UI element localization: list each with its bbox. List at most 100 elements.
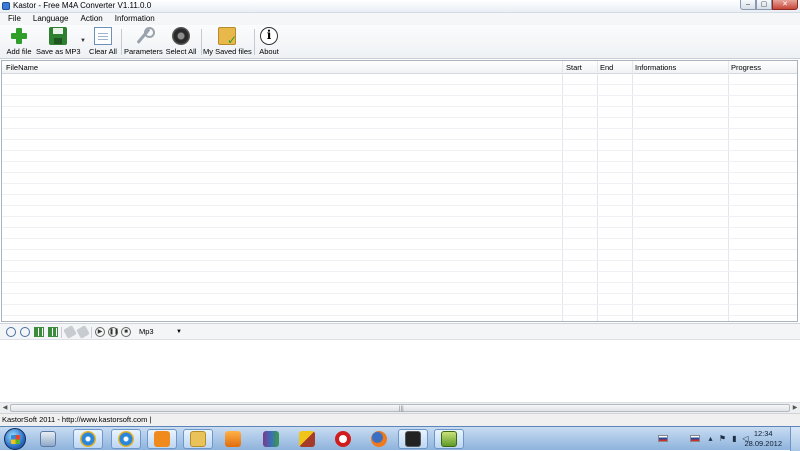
title-bar: Kastor - Free M4A Converter V1.11.0.0 – … xyxy=(0,0,800,13)
wrench-icon xyxy=(134,27,155,45)
taskbar-explorer[interactable] xyxy=(33,429,63,449)
save-icon xyxy=(49,27,67,45)
ie-icon xyxy=(118,431,134,447)
taskbar-media-player[interactable] xyxy=(218,429,248,449)
format-select[interactable]: Mp3 ▼ xyxy=(136,326,184,338)
aimp-icon xyxy=(405,431,421,447)
menu-language[interactable]: Language xyxy=(29,13,73,25)
menu-action[interactable]: Action xyxy=(76,13,106,25)
close-button[interactable]: ✕ xyxy=(772,0,798,10)
taskbar-odnoklassniki[interactable] xyxy=(147,429,177,449)
network-status-icon[interactable]: ▮ xyxy=(730,434,739,443)
my-saved-files-label: My Saved files xyxy=(203,47,252,56)
my-saved-files-button[interactable]: My Saved files xyxy=(203,27,252,57)
toolbar: Add file Save as MP3 ▼ Clear All Paramet… xyxy=(0,25,800,59)
network-icon[interactable]: ▴ xyxy=(706,434,715,443)
parameters-button[interactable]: Parameters xyxy=(124,27,163,57)
grid-header: FileName Start End Informations Progress xyxy=(2,61,797,74)
firefox-icon xyxy=(371,431,387,447)
action-center-flag-icon[interactable]: ⚑ xyxy=(718,434,727,443)
file-list[interactable]: FileName Start End Informations Progress xyxy=(1,60,798,322)
chevron-down-icon: ▼ xyxy=(176,329,182,335)
expand-icon[interactable] xyxy=(48,327,58,337)
add-file-button[interactable]: Add file xyxy=(4,27,34,57)
ie-icon xyxy=(80,431,96,447)
menu-file[interactable]: File xyxy=(4,13,25,25)
clock[interactable]: 12:34 28.09.2012 xyxy=(744,429,782,449)
stop-icon[interactable]: ■ xyxy=(121,327,131,337)
grid-rows xyxy=(2,74,797,321)
taskbar-folder[interactable] xyxy=(183,429,213,449)
format-select-value: Mp3 xyxy=(139,327,154,336)
app-icon xyxy=(2,2,10,10)
zoom-out-icon[interactable] xyxy=(20,327,30,337)
zoom-in-icon[interactable] xyxy=(6,327,16,337)
player-separator xyxy=(61,327,62,338)
language-flag-icon[interactable] xyxy=(690,435,700,442)
select-all-label: Select All xyxy=(165,47,197,56)
scroll-left-icon[interactable]: ◀ xyxy=(0,404,10,413)
play-icon[interactable]: ▶ xyxy=(95,327,105,337)
column-filename[interactable]: FileName xyxy=(6,63,38,72)
document-icon xyxy=(94,27,112,45)
clear-all-label: Clear All xyxy=(89,47,117,56)
fit-icon[interactable] xyxy=(34,327,44,337)
taskbar-kastor[interactable] xyxy=(434,429,464,449)
system-tray: ▴ ⚑ ▮ ◁ 12:34 28.09.2012 xyxy=(650,427,800,451)
taskbar-ie-2[interactable] xyxy=(111,429,141,449)
mark-start-icon[interactable] xyxy=(63,325,77,339)
language-flag-icon[interactable] xyxy=(658,435,668,442)
folder-icon xyxy=(190,431,206,447)
info-icon: i xyxy=(260,27,278,45)
column-informations[interactable]: Informations xyxy=(635,63,676,72)
horizontal-scrollbar[interactable]: ◀ ||| ▶ xyxy=(0,402,800,413)
toolbar-separator xyxy=(201,29,202,55)
waveform-area[interactable] xyxy=(0,341,800,401)
opera-icon xyxy=(335,431,351,447)
clock-time: 12:34 xyxy=(753,429,773,438)
taskbar-winrar[interactable] xyxy=(256,429,286,449)
taskbar-aimp[interactable] xyxy=(398,429,428,449)
clock-date: 28.09.2012 xyxy=(744,439,782,448)
window-title: Kastor - Free M4A Converter V1.11.0.0 xyxy=(13,1,152,10)
toolbar-separator xyxy=(254,29,255,55)
winrar-icon xyxy=(263,431,279,447)
kastor-icon xyxy=(441,431,457,447)
select-all-button[interactable]: Select All xyxy=(164,27,198,57)
about-label: About xyxy=(259,47,279,56)
scroll-grip-icon: ||| xyxy=(399,406,404,412)
cursor-icon xyxy=(299,431,315,447)
add-file-label: Add file xyxy=(6,47,32,56)
save-as-mp3-label: Save as MP3 xyxy=(36,47,81,56)
show-desktop-button[interactable] xyxy=(790,427,800,451)
odnoklassniki-icon xyxy=(154,431,170,447)
status-text: KastorSoft 2011 - http://www.kastorsoft.… xyxy=(2,415,152,424)
maximize-button[interactable]: ▢ xyxy=(756,0,772,10)
column-start[interactable]: Start xyxy=(566,63,582,72)
minimize-button[interactable]: – xyxy=(740,0,756,10)
menu-information[interactable]: Information xyxy=(111,13,159,25)
speaker-icon xyxy=(172,27,190,45)
clear-all-button[interactable]: Clear All xyxy=(88,27,118,57)
menu-bar: File Language Action Information xyxy=(0,13,800,25)
player-separator xyxy=(91,327,92,338)
save-as-mp3-button[interactable]: Save as MP3 xyxy=(36,27,81,57)
column-progress[interactable]: Progress xyxy=(731,63,761,72)
status-bar: KastorSoft 2011 - http://www.kastorsoft.… xyxy=(0,413,800,426)
start-button[interactable] xyxy=(4,428,26,450)
column-end[interactable]: End xyxy=(600,63,613,72)
add-icon xyxy=(10,27,28,45)
about-button[interactable]: i About xyxy=(257,27,281,57)
explorer-icon xyxy=(40,431,56,447)
media-player-icon xyxy=(225,431,241,447)
taskbar-firefox[interactable] xyxy=(364,429,394,449)
taskbar-opera[interactable] xyxy=(328,429,358,449)
scroll-right-icon[interactable]: ▶ xyxy=(790,404,800,413)
taskbar-cursor-tool[interactable] xyxy=(292,429,322,449)
save-dropdown-icon[interactable]: ▼ xyxy=(80,38,86,44)
taskbar-ie-1[interactable] xyxy=(73,429,103,449)
scroll-thumb[interactable]: ||| xyxy=(10,404,790,412)
taskbar: ▴ ⚑ ▮ ◁ 12:34 28.09.2012 xyxy=(0,426,800,451)
mark-end-icon[interactable] xyxy=(76,325,90,339)
pause-icon[interactable]: ❚❚ xyxy=(108,327,119,337)
